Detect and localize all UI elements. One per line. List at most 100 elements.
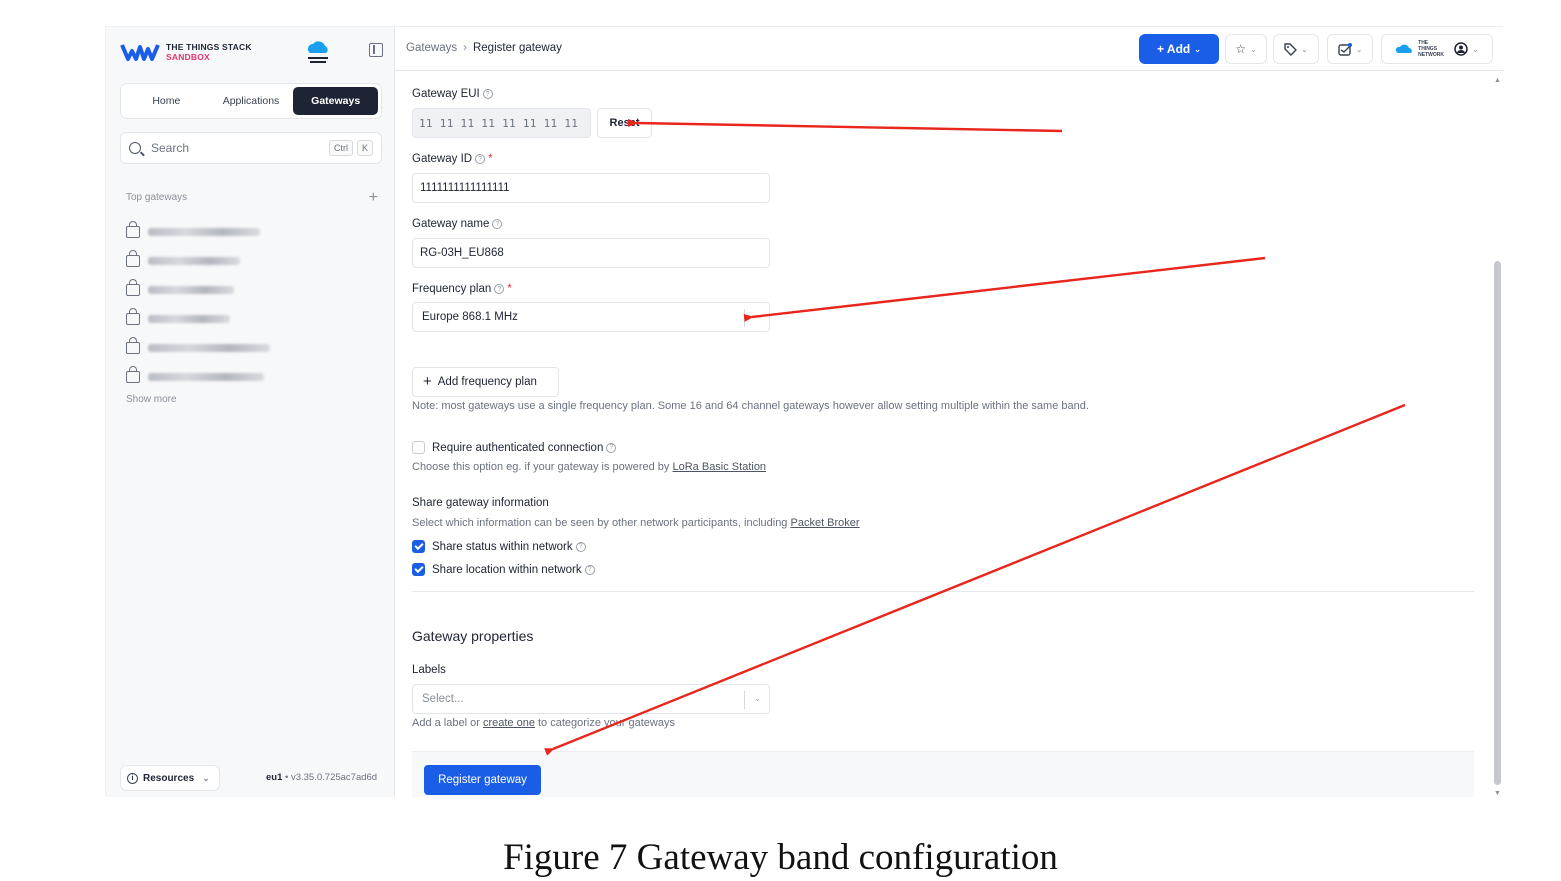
share-status-label: Share status within network xyxy=(432,540,573,553)
search-input[interactable]: Search Ctrl K xyxy=(120,132,382,164)
list-item[interactable] xyxy=(126,304,378,333)
scroll-up-icon[interactable]: ▲ xyxy=(1494,77,1501,84)
kbd-ctrl: Ctrl xyxy=(328,140,353,156)
sidebar-collapse-icon[interactable] xyxy=(369,43,383,57)
add-frequency-plan-label: Add frequency plan xyxy=(437,376,537,388)
required-marker: * xyxy=(488,153,493,165)
help-icon[interactable]: ? xyxy=(606,442,617,453)
breadcrumb-gateways[interactable]: Gateways xyxy=(406,42,457,54)
require-auth-checkbox[interactable]: Require authenticated connection? xyxy=(412,441,617,454)
packet-broker-link[interactable]: Packet Broker xyxy=(791,517,860,529)
list-item[interactable] xyxy=(126,246,378,275)
tab-home[interactable]: Home xyxy=(124,87,209,115)
region-label: eu1 xyxy=(266,772,283,783)
auth-note: Choose this option eg. if your gateway i… xyxy=(412,461,766,473)
gateway-properties-title: Gateway properties xyxy=(412,628,534,644)
section-divider xyxy=(412,591,1474,592)
select-divider xyxy=(744,691,745,709)
share-location-checkbox[interactable]: Share location within network? xyxy=(412,563,595,576)
labels-select[interactable]: Select... ⌄ xyxy=(412,684,770,714)
chevron-down-icon: ⌄ xyxy=(1250,44,1257,54)
tab-gateways[interactable]: Gateways xyxy=(293,87,379,115)
kbd-k: K xyxy=(356,140,373,156)
user-avatar-icon xyxy=(1454,42,1468,56)
share-location-label: Share location within network xyxy=(432,563,582,576)
scroll-down-icon[interactable]: ▼ xyxy=(1494,790,1501,797)
add-label: + Add xyxy=(1157,42,1191,56)
share-status-checkbox[interactable]: Share status within network? xyxy=(412,540,586,553)
top-gateways-header: Top gateways + xyxy=(126,189,378,205)
frequency-plan-label: Frequency plan? * xyxy=(412,283,512,295)
form-footer: Register gateway xyxy=(412,751,1474,797)
add-button[interactable]: + Add ⌄ xyxy=(1139,34,1219,64)
app-window: THE THINGS STACK SANDBOX Home Applicatio… xyxy=(105,26,1504,797)
help-icon[interactable]: ? xyxy=(494,284,505,294)
reset-eui-button[interactable]: Reset xyxy=(597,108,652,138)
gateway-icon xyxy=(126,278,140,296)
help-icon[interactable]: ? xyxy=(475,154,486,164)
select-divider xyxy=(744,309,745,327)
chevron-down-icon: ⌄ xyxy=(1472,44,1479,54)
labels-note-suffix: to categorize your gateways xyxy=(538,717,675,729)
gateway-icon xyxy=(126,336,140,354)
redacted-gateway-name xyxy=(148,256,240,265)
labels-note: Add a label or create one to categorize … xyxy=(412,717,675,729)
add-gateway-plus-icon[interactable]: + xyxy=(369,189,378,205)
labels-note-prefix: Add a label or xyxy=(412,717,480,729)
tags-button[interactable]: ⌄ xyxy=(1273,34,1319,64)
gateway-icon xyxy=(126,365,140,383)
lora-basic-station-link[interactable]: LoRa Basic Station xyxy=(673,461,767,473)
gateway-icon xyxy=(126,307,140,325)
chevron-down-icon: ⌄ xyxy=(1301,44,1308,54)
list-item[interactable] xyxy=(126,217,378,246)
gateway-icon xyxy=(126,249,140,267)
add-frequency-plan-button[interactable]: + Add frequency plan xyxy=(412,367,559,397)
gateway-id-input[interactable]: 1111111111111111 xyxy=(412,173,770,203)
list-item[interactable] xyxy=(126,333,378,362)
list-item[interactable] xyxy=(126,362,378,391)
checkbox-checked[interactable] xyxy=(412,540,425,553)
resources-label: Resources xyxy=(143,772,195,784)
register-gateway-button[interactable]: Register gateway xyxy=(424,765,541,795)
tab-applications[interactable]: Applications xyxy=(209,87,294,115)
sidebar: THE THINGS STACK SANDBOX Home Applicatio… xyxy=(106,27,395,797)
brand[interactable]: THE THINGS STACK SANDBOX xyxy=(120,39,252,65)
version-info: eu1 • v3.35.0.725ac7ad6d xyxy=(266,772,377,783)
notifications-button[interactable]: ⌄ xyxy=(1327,34,1373,64)
redacted-gateway-name xyxy=(148,372,264,381)
create-label-link[interactable]: create one xyxy=(483,717,535,729)
chevron-down-icon: ⌄ xyxy=(1355,44,1363,54)
top-gateways-list xyxy=(126,217,378,391)
help-icon[interactable]: ? xyxy=(584,564,595,575)
brand-line-1: THE THINGS STACK xyxy=(166,42,252,52)
frequency-plan-value: Europe 868.1 MHz xyxy=(422,311,518,323)
help-icon[interactable]: ? xyxy=(575,541,586,552)
things-stack-logo-icon xyxy=(120,44,160,61)
star-icon: ☆ xyxy=(1235,42,1247,56)
resources-button[interactable]: i Resources ⌄ xyxy=(120,765,220,791)
gateway-eui-label: Gateway EUI? xyxy=(412,88,493,100)
list-item[interactable] xyxy=(126,275,378,304)
checkbox-checked[interactable] xyxy=(412,563,425,576)
chevron-down-icon: ⌄ xyxy=(202,772,210,783)
main-scrollbar[interactable]: ▲ ▼ xyxy=(1492,75,1504,797)
search-icon xyxy=(129,142,141,154)
show-more-link[interactable]: Show more xyxy=(126,394,177,405)
share-info-title: Share gateway information xyxy=(412,497,549,509)
bookmarks-button[interactable]: ☆ ⌄ xyxy=(1225,34,1267,64)
help-icon[interactable]: ? xyxy=(482,89,493,99)
frequency-plan-select[interactable]: Europe 868.1 MHz xyxy=(412,302,770,332)
breadcrumb-separator-icon: › xyxy=(463,42,467,54)
gateway-name-input[interactable]: RG-03H_EU868 xyxy=(412,238,770,268)
figure-caption: Figure 7 Gateway band configuration xyxy=(503,837,1058,878)
chevron-down-icon: ⌄ xyxy=(1194,44,1201,54)
help-icon[interactable]: ? xyxy=(492,219,503,229)
version-label: • v3.35.0.725ac7ad6d xyxy=(285,772,378,783)
scrollbar-thumb[interactable] xyxy=(1494,261,1501,785)
gateway-eui-label-text: Gateway EUI xyxy=(412,88,480,100)
gateway-name-label: Gateway name? xyxy=(412,218,503,230)
breadcrumb: Gateways › Register gateway xyxy=(406,42,562,54)
checkbox-unchecked[interactable] xyxy=(412,441,425,454)
labels-label: Labels xyxy=(412,664,446,676)
account-menu-button[interactable]: THE THINGS NETWORK ⌄ xyxy=(1381,34,1493,64)
